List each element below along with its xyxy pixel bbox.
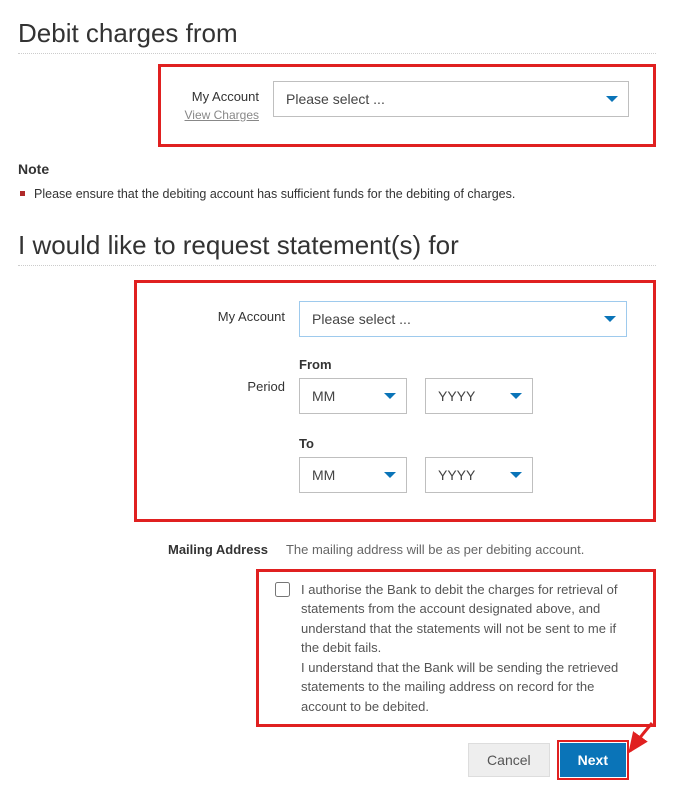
button-row: Cancel Next xyxy=(18,743,656,777)
mm-placeholder-2: MM xyxy=(312,467,335,483)
authorise-highlight-box: I authorise the Bank to debit the charge… xyxy=(256,569,656,728)
authorise-para-2: I understand that the Bank will be sendi… xyxy=(301,658,633,717)
request-heading: I would like to request statement(s) for xyxy=(18,230,656,266)
chevron-down-icon xyxy=(384,472,396,478)
mailing-address-label: Mailing Address xyxy=(168,542,286,557)
chevron-down-icon xyxy=(606,96,618,102)
note-heading: Note xyxy=(18,161,656,177)
my-account-label-2: My Account xyxy=(151,301,299,324)
cancel-button[interactable]: Cancel xyxy=(468,743,550,777)
chevron-down-icon xyxy=(604,316,616,322)
view-charges-link[interactable]: View Charges xyxy=(185,108,259,122)
period-label: Period xyxy=(151,347,299,394)
note-item: Please ensure that the debiting account … xyxy=(34,185,656,204)
to-year-select[interactable]: YYYY xyxy=(425,457,533,493)
debit-heading: Debit charges from xyxy=(18,18,656,54)
yyyy-placeholder: YYYY xyxy=(438,388,475,404)
authorise-para-1: I authorise the Bank to debit the charge… xyxy=(301,580,633,658)
note-list: Please ensure that the debiting account … xyxy=(18,185,656,204)
authorise-text: I authorise the Bank to debit the charge… xyxy=(301,580,633,717)
chevron-down-icon xyxy=(510,393,522,399)
to-month-select[interactable]: MM xyxy=(299,457,407,493)
debit-account-highlight-box: My Account View Charges Please select ..… xyxy=(158,64,656,147)
label-col: My Account View Charges xyxy=(175,81,273,122)
statement-account-select[interactable]: Please select ... xyxy=(299,301,627,337)
select-placeholder-text: Please select ... xyxy=(286,91,385,107)
statement-request-highlight-box: My Account Please select ... Period From… xyxy=(134,280,656,522)
select-placeholder-text-2: Please select ... xyxy=(312,311,411,327)
from-label: From xyxy=(299,357,627,372)
yyyy-placeholder-2: YYYY xyxy=(438,467,475,483)
mm-placeholder: MM xyxy=(312,388,335,404)
authorise-checkbox[interactable] xyxy=(275,582,290,597)
chevron-down-icon xyxy=(384,393,396,399)
mailing-row: Mailing Address The mailing address will… xyxy=(168,542,656,557)
mailing-address-text: The mailing address will be as per debit… xyxy=(286,542,584,557)
next-button[interactable]: Next xyxy=(560,743,626,777)
from-month-select[interactable]: MM xyxy=(299,378,407,414)
to-label: To xyxy=(299,436,627,451)
from-year-select[interactable]: YYYY xyxy=(425,378,533,414)
chevron-down-icon xyxy=(510,472,522,478)
my-account-label: My Account xyxy=(175,89,259,104)
debit-account-select[interactable]: Please select ... xyxy=(273,81,629,117)
